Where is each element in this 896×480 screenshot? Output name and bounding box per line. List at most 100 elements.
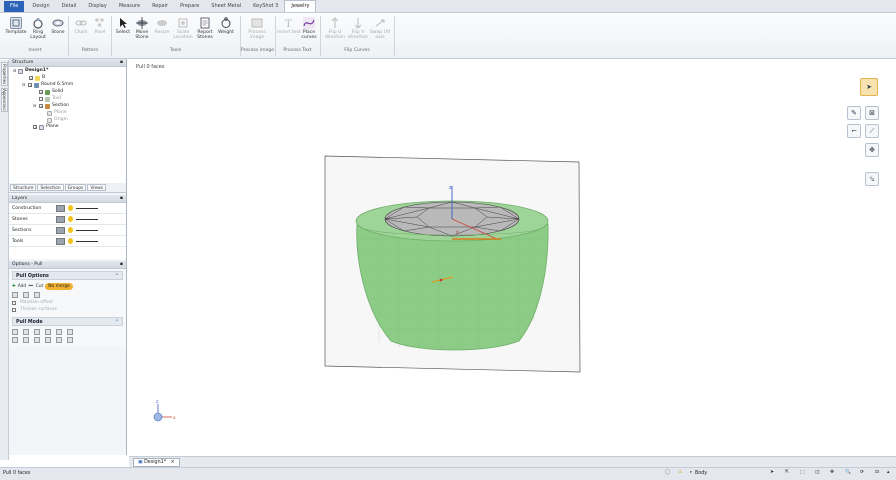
visibility-checkbox[interactable]: ✓ (39, 97, 43, 102)
pull-mode-tool-icon[interactable] (12, 329, 18, 335)
option-tool-icon[interactable] (23, 292, 29, 298)
pave-button[interactable]: Pavé (88, 15, 112, 35)
template-button[interactable]: Template (4, 15, 28, 35)
tree-item-section[interactable]: ⊟ ✓ Section (33, 103, 69, 109)
visibility-checkbox[interactable]: ✓ (29, 76, 33, 81)
select-mode-icon[interactable]: ➤ (770, 470, 774, 475)
box-select-icon[interactable]: ⬚ (800, 470, 805, 475)
place-curves-button[interactable]: Place curves (297, 15, 321, 40)
tab-properties[interactable]: Properties (1, 62, 8, 86)
visibility-checkbox[interactable]: ✓ (39, 90, 43, 95)
layer-color-swatch[interactable] (56, 226, 65, 234)
menu-measure[interactable]: Measure (113, 1, 146, 12)
tab-views[interactable]: Views (87, 184, 107, 191)
flip-u-button[interactable]: Flip U direction (323, 15, 347, 40)
warning-icon[interactable]: ⚠ (678, 470, 682, 475)
layer-color-swatch[interactable] (56, 215, 65, 223)
pull-mode-tool-icon[interactable] (67, 337, 73, 343)
visibility-bulb-icon[interactable] (68, 205, 73, 211)
viewport[interactable]: Pull 0 faces z y z x ➤ ✎ ⊠ ⌐ ⟋ ✥ ⬂ (129, 59, 896, 456)
pull-mode-tool-icon[interactable] (56, 337, 62, 343)
document-tab-design[interactable]: ▣ Design1* × (133, 458, 180, 467)
layer-color-swatch[interactable] (56, 204, 65, 212)
tree-item-tool[interactable]: ✓ Tool (39, 96, 61, 102)
select-alt-icon[interactable]: ⇱ (785, 470, 789, 475)
visibility-bulb-icon[interactable] (68, 227, 73, 233)
flip-v-button[interactable]: Flip V direction (346, 15, 370, 40)
weight-button[interactable]: Weight (214, 15, 238, 35)
sketch-tool-button[interactable]: ✎ (847, 106, 861, 120)
arrow-right-icon[interactable]: ▸ (690, 470, 692, 475)
pull-mode-tool-icon[interactable] (23, 329, 29, 335)
pull-options-header[interactable]: Pull Options ⌃ (12, 271, 123, 280)
menu-sheet-metal[interactable]: Sheet Metal (205, 1, 247, 12)
measure-tool-button[interactable]: ⟋ (865, 124, 879, 138)
model-canvas[interactable]: z y z x (129, 59, 896, 456)
visibility-checkbox[interactable]: ✓ (39, 104, 43, 109)
option-tool-icon[interactable] (34, 292, 40, 298)
pull-mode-tool-icon[interactable] (67, 329, 73, 335)
layer-row-sections[interactable]: Sections (9, 225, 126, 236)
pull-mode-tool-icon[interactable] (45, 329, 51, 335)
pin-icon[interactable]: ▪ (120, 60, 123, 65)
menu-jewelry[interactable]: Jewelry (284, 0, 317, 12)
pull-mode-header[interactable]: Pull Mode ⌃ (12, 317, 123, 326)
pull-mode-tool-icon[interactable] (56, 329, 62, 335)
visibility-bulb-icon[interactable] (68, 216, 73, 222)
menu-file[interactable]: File (4, 1, 25, 12)
tree-item-plane[interactable]: Plane (47, 110, 67, 116)
no-merge-option[interactable]: No merge (45, 283, 73, 290)
menu-design[interactable]: Design (26, 1, 55, 12)
layer-row-tools[interactable]: Tools (9, 236, 126, 247)
process-image-button[interactable]: Process image (245, 15, 269, 40)
tree-item-origin[interactable]: Origin (47, 117, 68, 123)
stone-button[interactable]: Stone (46, 15, 70, 35)
scale-location-button[interactable]: Scale Location (171, 15, 195, 40)
corner-tool-button[interactable]: ⌐ (847, 124, 861, 138)
pull-mode-tool-icon[interactable] (34, 337, 40, 343)
menu-prepare[interactable]: Prepare (174, 1, 205, 12)
tab-structure[interactable]: Structure (10, 184, 37, 191)
select-tool-button[interactable]: ➤ (860, 78, 878, 96)
layer-color-swatch[interactable] (56, 237, 65, 245)
collapse-icon[interactable]: ⌃ (115, 274, 119, 279)
cut-option[interactable]: Cut (36, 284, 44, 289)
pin-icon[interactable]: ▪ (120, 196, 123, 201)
pull-mode-tool-icon[interactable] (23, 337, 29, 343)
tree-item-round-stone[interactable]: ⊟ ✓ Round 6.5mm (22, 82, 73, 88)
menu-repair[interactable]: Repair (146, 1, 174, 12)
layer-row-construction[interactable]: Construction (9, 203, 126, 214)
menu-detail[interactable]: Detail (56, 1, 83, 12)
line-style-icon[interactable] (76, 207, 98, 209)
swap-uv-button[interactable]: Swap UV axis (368, 15, 392, 40)
pull-mode-tool-icon[interactable] (45, 337, 51, 343)
tree-item-design[interactable]: ⊟ Design1* (13, 68, 48, 74)
line-style-icon[interactable] (76, 240, 98, 242)
visibility-checkbox[interactable]: ✓ (28, 83, 32, 88)
view-icon[interactable]: ◫ (815, 470, 820, 475)
visibility-bulb-icon[interactable] (68, 238, 73, 244)
fit-icon[interactable]: ⊡ (875, 470, 879, 475)
zoom-icon[interactable]: 🔍 (845, 470, 851, 475)
pull-mode-tool-icon[interactable] (34, 329, 40, 335)
pin-icon[interactable]: ▪ (120, 262, 123, 267)
tree-item-plane-2[interactable]: ✓ Plane (33, 124, 59, 130)
maintain-offset-checkbox[interactable] (12, 300, 16, 305)
tree-item-component[interactable]: ✓ B (29, 75, 45, 81)
tab-selection[interactable]: Selection (37, 184, 64, 191)
thicken-surfaces-checkbox[interactable] (12, 307, 16, 312)
edge-tool-button[interactable]: ⬂ (865, 172, 879, 186)
pan-icon[interactable]: ✥ (830, 470, 834, 475)
close-icon[interactable]: × (171, 460, 175, 465)
tab-appearance[interactable]: Appearance (1, 88, 8, 112)
visibility-checkbox[interactable]: ✓ (33, 125, 37, 130)
pull-mode-tool-icon[interactable] (12, 337, 18, 343)
tab-groups[interactable]: Groups (64, 184, 87, 191)
line-style-icon[interactable] (76, 218, 98, 220)
collapse-icon[interactable]: ⌃ (115, 320, 119, 325)
line-style-icon[interactable] (76, 229, 98, 231)
combine-tool-button[interactable]: ⊠ (865, 106, 879, 120)
move-tool-button[interactable]: ✥ (865, 143, 879, 157)
add-option[interactable]: Add (18, 284, 27, 289)
menu-keyshot[interactable]: KeyShot 3 (247, 1, 284, 12)
